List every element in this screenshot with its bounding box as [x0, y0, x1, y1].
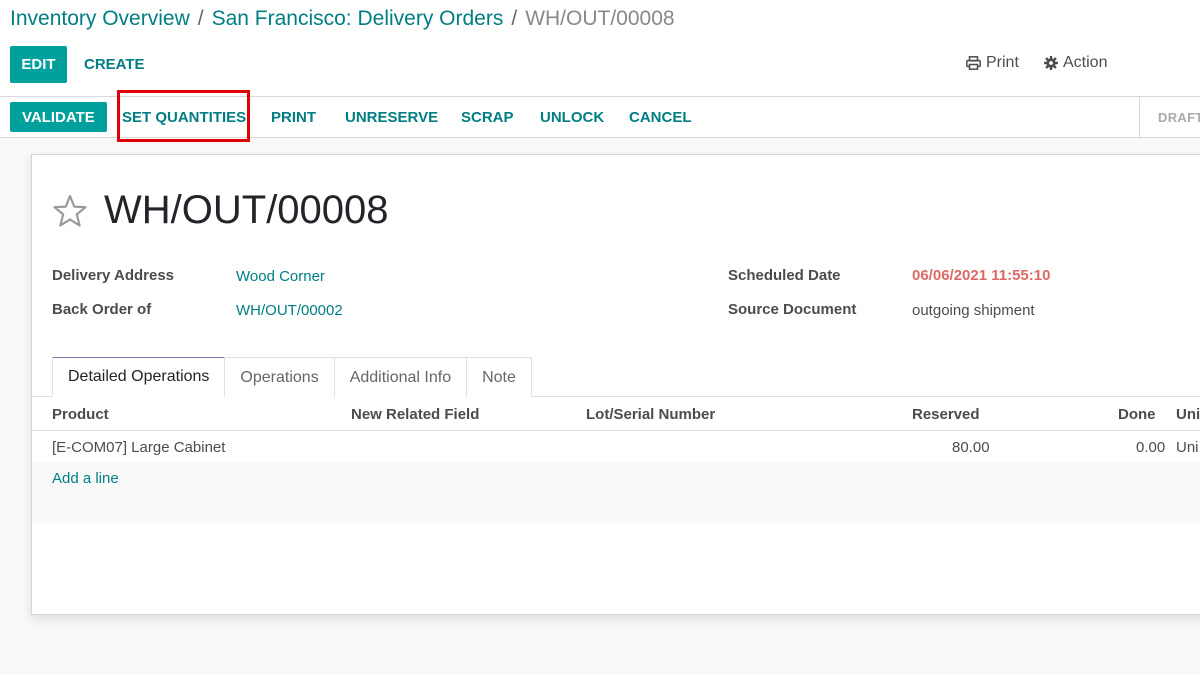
cell-unit: Uni [1176, 439, 1199, 456]
delivery-address-link[interactable]: Wood Corner [236, 268, 325, 285]
unreserve-button[interactable]: UNRESERVE [345, 102, 438, 132]
back-order-label: Back Order of [52, 301, 152, 318]
statusbar: VALIDATE SET QUANTITIES PRINT UNRESERVE … [0, 96, 1200, 138]
action-label: Action [1063, 54, 1108, 71]
breadcrumb-item-delivery-orders[interactable]: San Francisco: Delivery Orders [212, 7, 504, 30]
column-header-unit[interactable]: Uni [1176, 406, 1200, 423]
cell-done: 0.00 [1136, 439, 1166, 456]
star-icon[interactable] [52, 194, 88, 228]
empty-table-row [32, 493, 1200, 523]
breadcrumb-separator: / [511, 7, 518, 30]
unlock-button[interactable]: UNLOCK [540, 102, 604, 132]
print-dropdown[interactable]: Print [966, 54, 1019, 72]
table-row[interactable]: [E-COM07] Large Cabinet 80.00 0.00 Uni [32, 431, 1200, 462]
gear-icon [1044, 56, 1058, 70]
column-header-new-related-field[interactable]: New Related Field [351, 406, 479, 423]
source-document-label: Source Document [728, 301, 857, 318]
cell-product: [E-COM07] Large Cabinet [52, 439, 226, 456]
column-header-product[interactable]: Product [52, 406, 109, 423]
tab-operations[interactable]: Operations [224, 357, 335, 397]
column-header-done[interactable]: Done [1118, 406, 1156, 423]
breadcrumb: Inventory Overview / San Francisco: Delive… [10, 7, 675, 31]
tab-additional-info[interactable]: Additional Info [333, 357, 468, 397]
tab-detailed-operations[interactable]: Detailed Operations [52, 357, 226, 397]
breadcrumb-current: WH/OUT/00008 [525, 7, 675, 30]
add-line-row: Add a line [32, 462, 1200, 493]
scheduled-date-label: Scheduled Date [728, 267, 841, 284]
breadcrumb-item-inventory-overview[interactable]: Inventory Overview [10, 7, 190, 30]
record-title-row: WH/OUT/00008 [52, 188, 389, 233]
control-panel: Inventory Overview / San Francisco: Delive… [0, 0, 1200, 96]
table-header: Product New Related Field Lot/Serial Num… [32, 398, 1200, 431]
status-draft-badge[interactable]: DRAFT [1139, 96, 1200, 138]
column-header-reserved[interactable]: Reserved [912, 406, 980, 423]
edit-button[interactable]: EDIT [10, 46, 67, 83]
tab-note[interactable]: Note [466, 357, 532, 397]
add-line-link[interactable]: Add a line [52, 470, 119, 487]
create-button[interactable]: CREATE [84, 46, 145, 83]
validate-button[interactable]: VALIDATE [10, 102, 107, 132]
scheduled-date-value: 06/06/2021 11:55:10 [912, 267, 1051, 284]
notebook-tabs: Detailed Operations Operations Additiona… [52, 357, 532, 397]
source-document-value: outgoing shipment [912, 302, 1035, 319]
form-sheet: WH/OUT/00008 Delivery Address Wood Corne… [31, 154, 1200, 615]
breadcrumb-separator: / [197, 7, 204, 30]
column-header-lot-serial-number[interactable]: Lot/Serial Number [586, 406, 715, 423]
action-dropdown[interactable]: Action [1044, 54, 1107, 72]
back-order-link[interactable]: WH/OUT/00002 [236, 302, 343, 319]
cell-reserved: 80.00 [952, 439, 990, 456]
record-title: WH/OUT/00008 [104, 188, 389, 232]
print-label: Print [986, 54, 1019, 71]
cancel-button[interactable]: CANCEL [629, 102, 692, 132]
set-quantities-button[interactable]: SET QUANTITIES [122, 102, 246, 132]
print-button[interactable]: PRINT [271, 102, 316, 132]
delivery-address-label: Delivery Address [52, 267, 175, 284]
printer-icon [966, 56, 981, 70]
scrap-button[interactable]: SCRAP [461, 102, 514, 132]
